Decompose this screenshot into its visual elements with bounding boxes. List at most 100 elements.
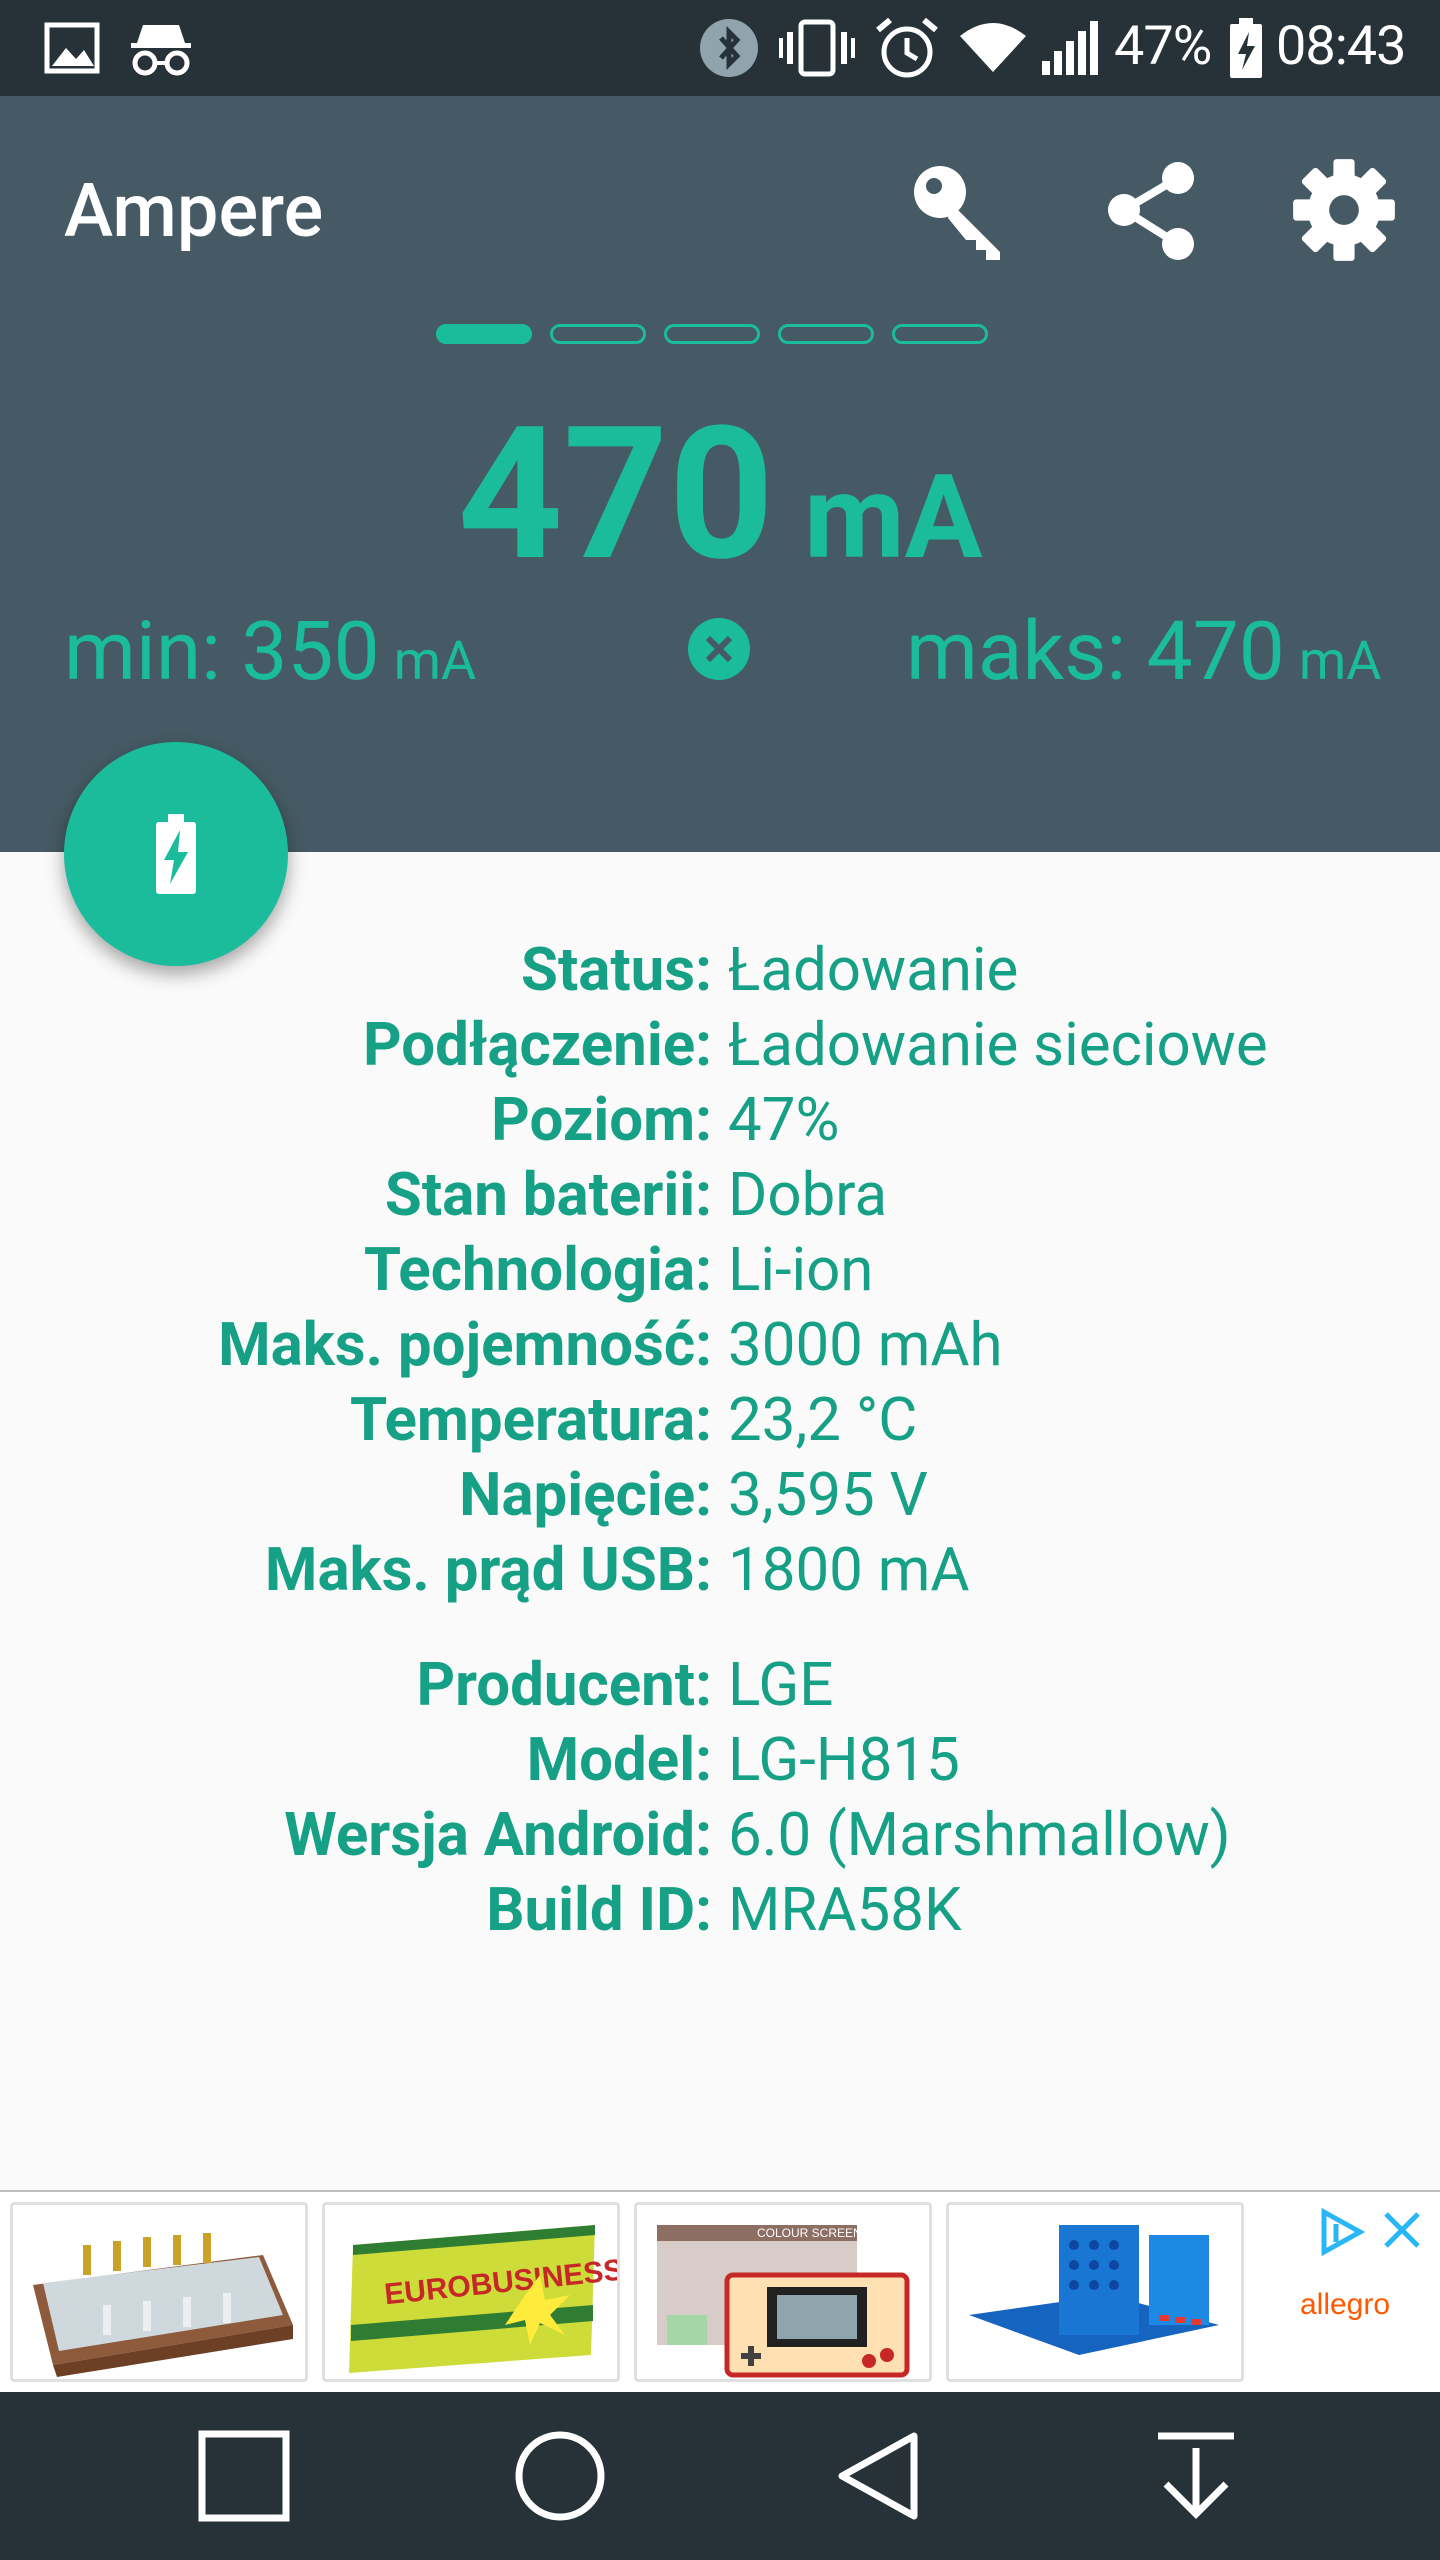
page-dot[interactable] — [550, 324, 646, 344]
info-value: Ładowanie — [728, 934, 1019, 1005]
game-and-watch-image: COLOUR SCREEN — [657, 2225, 910, 2378]
info-value: Ładowanie sieciowe — [728, 1009, 1268, 1080]
reset-minmax-button[interactable] — [688, 618, 750, 680]
info-value: 3000 mAh — [728, 1309, 1003, 1380]
back-triangle-icon — [838, 2432, 918, 2520]
image-icon — [40, 18, 104, 78]
notification-pull-button[interactable] — [1136, 2416, 1256, 2536]
info-label: Model: — [526, 1724, 712, 1795]
ad-banner[interactable]: EUROBUSINESS COLOUR SCREEN allegro — [0, 2190, 1440, 2394]
info-value: LGE — [728, 1649, 834, 1720]
ad-product-game-and-watch[interactable]: COLOUR SCREEN — [634, 2202, 932, 2382]
ad-close-button[interactable] — [1380, 2208, 1424, 2256]
info-row-model: Model: LG-H815 — [0, 1722, 1440, 1797]
key-icon — [914, 166, 1000, 260]
device-info-list: Producent: LGE Model: LG-H815 Wersja Andro… — [0, 1647, 1440, 1947]
connect-four-game-image — [969, 2225, 1219, 2355]
max-label: maks: — [906, 604, 1127, 700]
ad-product-connect-four[interactable] — [946, 2202, 1244, 2382]
page-dot[interactable] — [664, 324, 760, 344]
info-label: Stan baterii: — [384, 1159, 712, 1230]
info-value: 23,2 °C — [728, 1384, 918, 1455]
clock: 08:43 — [1276, 15, 1406, 78]
info-label: Producent: — [416, 1649, 713, 1720]
key-button[interactable] — [898, 150, 1018, 270]
info-row-android-version: Wersja Android: 6.0 (Marshmallow) — [0, 1797, 1440, 1872]
info-row-manufacturer: Producent: LGE — [0, 1647, 1440, 1722]
vibrate-icon — [778, 18, 856, 78]
info-label: Maks. prąd USB: — [264, 1534, 712, 1605]
incognito-icon — [126, 18, 196, 78]
battery-charging-icon — [1226, 18, 1266, 78]
info-value: 47% — [728, 1084, 840, 1155]
battery-charging-icon — [156, 814, 196, 894]
info-value: 3,595 V — [728, 1459, 928, 1530]
close-icon — [1384, 2212, 1420, 2248]
info-row-build-id: Build ID: MRA58K — [0, 1872, 1440, 1947]
signal-icon — [1040, 18, 1102, 78]
min-unit: mA — [393, 630, 477, 693]
info-value: Li-ion — [728, 1234, 874, 1305]
info-value: 6.0 (Marshmallow) — [728, 1799, 1231, 1870]
ad-product-eurobusiness[interactable]: EUROBUSINESS — [322, 2202, 620, 2382]
navigation-bar — [0, 2392, 1440, 2560]
info-value: LG-H815 — [728, 1724, 960, 1795]
close-icon — [705, 635, 733, 663]
info-row-status: Status: Ładowanie — [0, 932, 1440, 1007]
ad-choices-button[interactable] — [1316, 2206, 1368, 2262]
max-value: 470 — [1146, 604, 1285, 700]
info-row-voltage: Napięcie: 3,595 V — [0, 1457, 1440, 1532]
settings-button[interactable] — [1284, 150, 1404, 270]
info-row-technology: Technologia: Li-ion — [0, 1232, 1440, 1307]
max-unit: mA — [1298, 630, 1382, 693]
info-row-temperature: Temperatura: 23,2 °C — [0, 1382, 1440, 1457]
min-value: 350 — [241, 604, 380, 700]
info-row-level: Poziom: 47% — [0, 1082, 1440, 1157]
ad-product-chess-set[interactable] — [10, 2202, 308, 2382]
min-label: min: — [64, 604, 221, 700]
page-indicator — [436, 324, 988, 344]
info-label: Poziom: — [491, 1084, 712, 1155]
info-label: Napięcie: — [459, 1459, 712, 1530]
recents-square-icon — [198, 2430, 290, 2522]
chess-set-image — [33, 2233, 293, 2377]
current-unit: mA — [804, 450, 983, 586]
info-label: Maks. pojemność: — [218, 1309, 712, 1380]
info-value: MRA58K — [728, 1874, 962, 1945]
status-bar: 47% 08:43 — [0, 0, 1440, 96]
info-label: Temperatura: — [349, 1384, 712, 1455]
wifi-icon — [960, 18, 1026, 78]
info-label: Technologia: — [363, 1234, 712, 1305]
bluetooth-icon — [696, 18, 762, 78]
info-row-usb-current: Maks. prąd USB: 1800 mA — [0, 1532, 1440, 1607]
eurobusiness-box-image: EUROBUSINESS — [349, 2225, 617, 2373]
battery-info-list: Status: Ładowanie Podłączenie: Ładowanie s… — [0, 932, 1440, 1607]
info-label: Podłączenie: — [363, 1009, 712, 1080]
ad-product-text: COLOUR SCREEN — [757, 2226, 862, 2240]
home-button[interactable] — [500, 2416, 620, 2536]
info-value: 1800 mA — [728, 1534, 970, 1605]
info-value: Dobra — [728, 1159, 888, 1230]
share-button[interactable] — [1092, 150, 1212, 270]
info-label: Build ID: — [486, 1874, 712, 1945]
page-dot[interactable] — [778, 324, 874, 344]
recents-button[interactable] — [184, 2416, 304, 2536]
ad-brand-logo: allegro — [1299, 2288, 1391, 2321]
app-title: Ampere — [64, 168, 324, 255]
max-reading: maks: 470 mA — [906, 604, 1381, 700]
info-label: Wersja Android: — [284, 1799, 712, 1870]
share-icon — [1108, 162, 1194, 260]
info-row-capacity: Maks. pojemność: 3000 mAh — [0, 1307, 1440, 1382]
current-value: 470 — [457, 386, 775, 602]
ad-choices-icon — [1321, 2207, 1366, 2257]
page-dot[interactable] — [892, 324, 988, 344]
back-button[interactable] — [820, 2416, 940, 2536]
page-dot[interactable] — [436, 324, 532, 344]
app-header: Ampere 470 mA min: 350 mA maks: 470 mA — [0, 96, 1440, 852]
info-row-health: Stan baterii: Dobra — [0, 1157, 1440, 1232]
battery-percent: 47% — [1114, 15, 1212, 78]
alarm-icon — [872, 17, 942, 78]
home-circle-icon — [515, 2431, 605, 2521]
info-label: Status: — [521, 934, 712, 1005]
info-row-connection: Podłączenie: Ładowanie sieciowe — [0, 1007, 1440, 1082]
